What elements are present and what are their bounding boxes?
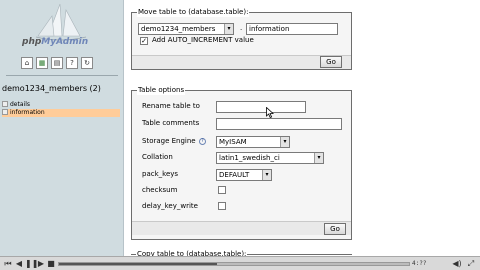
comments-label: Table comments [142,119,200,127]
move-table-input[interactable]: information [246,23,338,35]
checksum-label: checksum [142,186,178,194]
chevron-down-icon: ▾ [314,153,323,163]
table-comments-input[interactable] [216,118,342,130]
home-icon[interactable]: ⌂ [21,57,33,69]
chevron-down-icon: ▾ [280,137,289,147]
table-options-legend: Table options [137,86,186,95]
delay-key-write-checkbox[interactable] [218,202,226,210]
table-item-details[interactable]: details [2,101,120,109]
nav-separator [6,75,118,76]
rewind-icon[interactable]: ◀ [14,259,24,269]
rename-table-input[interactable] [216,101,306,113]
main-frame: Move table to (database.table): demo1234… [124,0,480,259]
sql-icon[interactable]: ▤ [51,57,63,69]
help-icon[interactable]: ? [199,138,206,145]
time-readout: 4:?? [412,260,427,267]
rename-label: Rename table to [142,102,200,110]
chevron-down-icon: ▾ [262,170,271,180]
delay-key-write-label: delay_key_write [142,202,198,210]
pack-keys-select[interactable]: DEFAULT ▾ [216,169,272,181]
seek-progress [59,263,217,265]
move-footer-bar [132,55,351,69]
volume-icon[interactable]: ◀) [452,259,462,269]
auto-increment-label: Add AUTO_INCREMENT value [152,36,254,44]
storage-engine-select[interactable]: MyISAM ▾ [216,136,290,148]
table-icon [2,109,8,115]
video-player-bar: ⏮ ◀ ❚❚ ▶ ■ 4:?? ◀) ⤢ [0,256,480,270]
database-title[interactable]: demo1234_members (2) [2,84,101,93]
mouse-pointer-icon [266,107,274,118]
storage-engine-label: Storage Engine [142,137,196,145]
skip-back-icon[interactable]: ⏮ [3,259,13,269]
logo-text: phpMyAdmin [22,37,89,47]
table-options-fieldset: Table options Rename table to Table comm… [131,86,352,240]
table-item-information[interactable]: information [2,109,120,117]
docs-icon[interactable]: ? [66,57,78,69]
reload-icon[interactable]: ↻ [81,57,93,69]
move-go-button[interactable]: Go [320,56,342,68]
pack-keys-label: pack_keys [142,170,179,178]
fullscreen-icon[interactable]: ⤢ [466,259,476,269]
table-icon [2,101,8,107]
left-nav-frame: phpMyAdmin ⌂ ▦ ▤ ? ↻ demo1234_members (2… [0,0,124,256]
auto-increment-checkbox[interactable]: ✓ [140,37,148,45]
chevron-down-icon: ▾ [224,24,233,34]
play-icon[interactable]: ▶ [36,259,46,269]
options-go-button[interactable]: Go [324,223,346,235]
nav-icon-bar: ⌂ ▦ ▤ ? ↻ [21,57,93,69]
options-footer-bar [132,221,351,235]
seek-track[interactable] [58,262,410,266]
checksum-checkbox[interactable] [218,186,226,194]
collation-select[interactable]: latin1_swedish_ci ▾ [216,152,324,164]
stop-icon[interactable]: ■ [46,259,56,269]
query-icon[interactable]: ▦ [36,57,48,69]
move-table-fieldset: Move table to (database.table): demo1234… [131,8,352,70]
move-table-legend: Move table to (database.table): [137,8,250,17]
move-database-select[interactable]: demo1234_members ▾ [138,23,234,35]
pause-icon[interactable]: ❚❚ [25,259,38,269]
dot-separator: . [240,24,243,32]
collation-label: Collation [142,153,173,161]
